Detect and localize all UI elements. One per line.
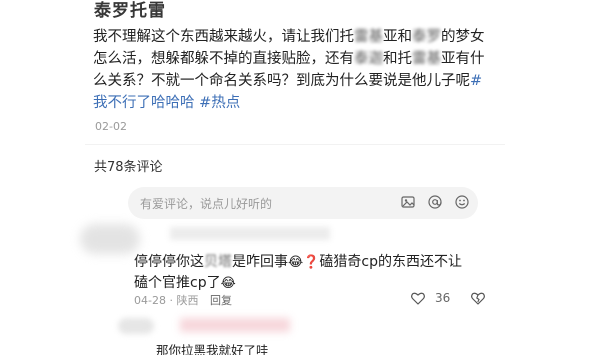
like-button[interactable]: 36 <box>410 290 450 306</box>
comment-date: 04-28 <box>134 294 166 307</box>
comment-text: 停停停你这贝塔是咋回事😂❓磕猎奇cp的东西还不让磕个官推cp了😂 <box>134 252 474 294</box>
post-title: 泰罗托雷 <box>94 1 166 21</box>
comment-input-placeholder: 有爱评论，说点儿好听的 <box>140 197 273 211</box>
comment-location: 陕西 <box>176 294 199 307</box>
laugh-question-emoji: 😂❓ <box>288 255 320 270</box>
commenter-name[interactable] <box>170 227 330 240</box>
reply-username[interactable] <box>180 318 290 332</box>
reply-button[interactable]: 回复 <box>210 294 232 307</box>
post-text-blurred: 泰迦 <box>354 51 383 67</box>
reply-avatar[interactable] <box>118 318 154 334</box>
post-text: 我不理解这个东西越来越火，请让我们托 <box>93 29 354 45</box>
comment-count: 共78条评论 <box>94 160 163 175</box>
like-count: 36 <box>435 291 451 305</box>
reply-text: 那你拉黑我就好了哇 <box>156 343 269 355</box>
commenter-avatar[interactable] <box>80 224 140 254</box>
post-text-blurred: 雷基 <box>412 51 441 67</box>
hashtag-link[interactable]: #热点 <box>199 95 240 111</box>
divider <box>85 144 505 145</box>
heart-icon[interactable] <box>410 290 426 306</box>
comment-text-part: 停停停你这 <box>134 254 204 270</box>
laugh-emoji: 😂 <box>220 276 236 291</box>
post-date: 02-02 <box>95 120 127 133</box>
comment-meta: 04-28 · 陕西 回复 <box>134 292 232 308</box>
post-text: 和托 <box>383 51 412 67</box>
comment-text-blurred: 贝塔 <box>204 254 232 270</box>
post-text-blurred: 泰罗 <box>412 29 441 45</box>
dislike-icon[interactable] <box>470 290 486 306</box>
post-text: 亚和 <box>383 29 412 45</box>
at-icon[interactable] <box>427 194 443 210</box>
emoji-icon[interactable] <box>454 194 470 210</box>
comment-input[interactable]: 有爱评论，说点儿好听的 <box>128 187 478 219</box>
post-text-blurred: 雷基 <box>354 29 383 45</box>
post-body: 我不理解这个东西越来越火，请让我们托雷基亚和泰罗的梦女怎么活，想躲都躲不掉的直接… <box>93 26 485 114</box>
comment-text-part: 是咋回事 <box>232 254 288 270</box>
image-icon[interactable] <box>400 194 416 210</box>
